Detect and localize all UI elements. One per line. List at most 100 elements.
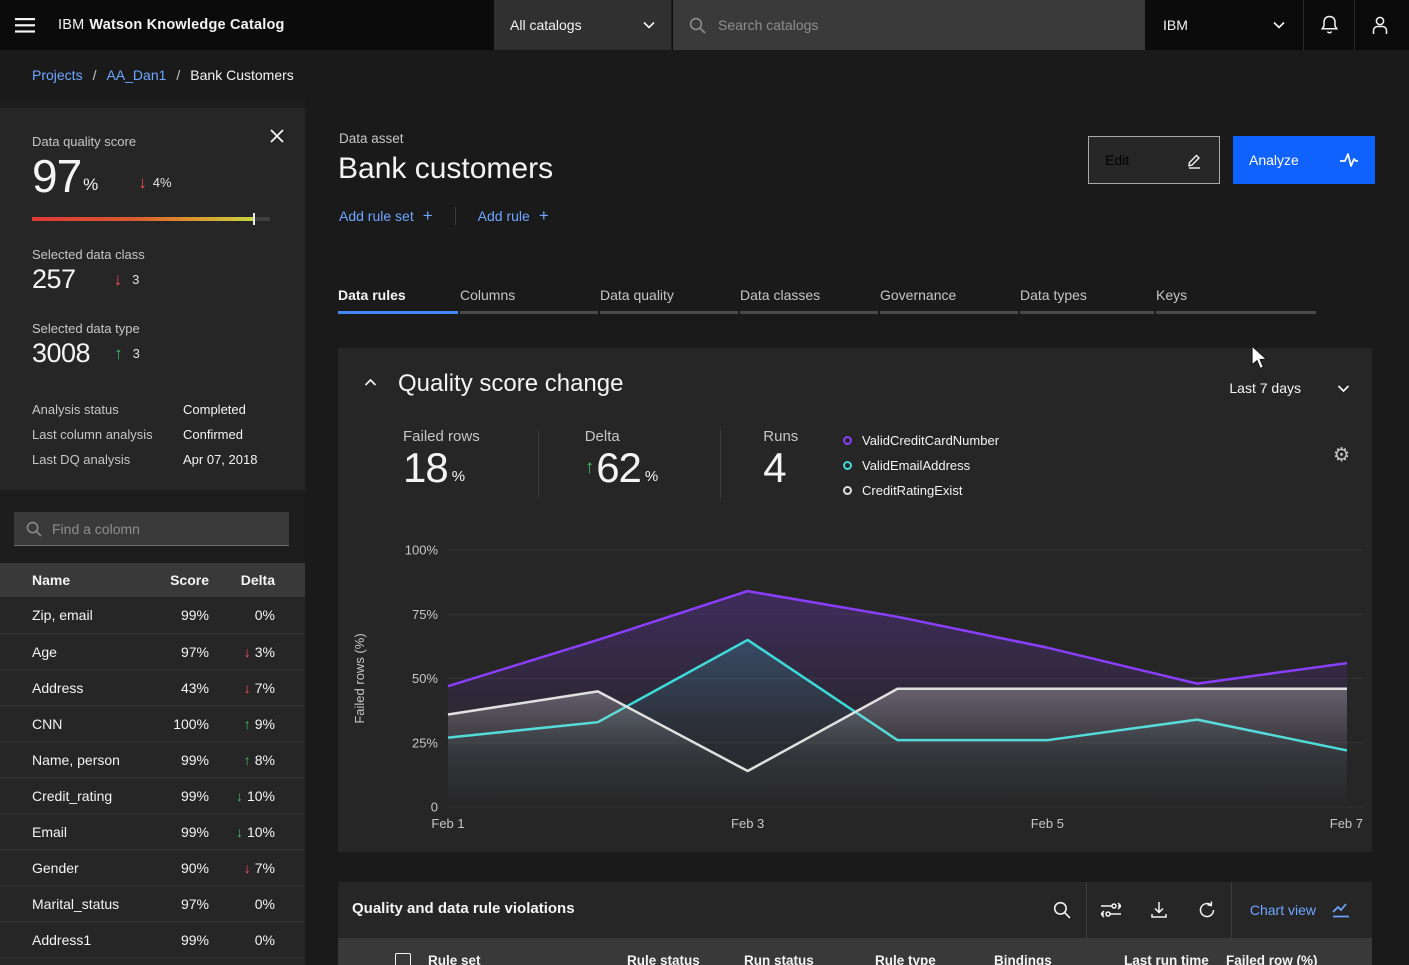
arrow-down-icon: ↓ bbox=[138, 174, 147, 191]
svg-text:Failed rows (%): Failed rows (%) bbox=[352, 633, 367, 723]
column-row[interactable]: Address43%↓7% bbox=[0, 669, 305, 705]
analyze-button[interactable]: Analyze bbox=[1233, 136, 1375, 184]
column-row[interactable]: Email99%↓10% bbox=[0, 813, 305, 849]
column-score: 99% bbox=[147, 607, 209, 623]
catalog-selector[interactable]: All catalogs bbox=[494, 0, 672, 50]
meta-value: Confirmed bbox=[183, 427, 243, 442]
columns-score-table: Name Score Delta Zip, email99%0%Age97%↓3… bbox=[0, 563, 305, 965]
data-type-value: 3008 ↑ 3 bbox=[32, 338, 273, 369]
violations-col-rule-status: Rule status bbox=[627, 953, 700, 965]
delta-kpi: Delta ↑62% bbox=[585, 428, 659, 500]
breadcrumb-projects[interactable]: Projects bbox=[32, 67, 83, 83]
arrow-down-icon: ↓ bbox=[236, 824, 243, 840]
legend-item[interactable]: ValidCreditCardNumber bbox=[843, 428, 999, 453]
chevron-up-icon[interactable] bbox=[364, 378, 377, 387]
column-row[interactable]: ↑ bbox=[0, 957, 305, 965]
tab-data-types[interactable]: Data types bbox=[1020, 283, 1154, 314]
chart-card-title: Quality score change bbox=[398, 370, 623, 398]
app-title: IBMWatson Knowledge Catalog bbox=[58, 0, 285, 50]
column-row[interactable]: Gender90%↓7% bbox=[0, 849, 305, 885]
column-row[interactable]: Zip, email99%0% bbox=[0, 597, 305, 633]
close-icon[interactable] bbox=[265, 124, 289, 148]
column-name: Address bbox=[0, 680, 147, 696]
tab-data-quality[interactable]: Data quality bbox=[600, 283, 738, 314]
select-all-checkbox[interactable] bbox=[395, 953, 411, 965]
chart-view-toggle[interactable]: Chart view bbox=[1232, 902, 1372, 918]
settings-adjust-icon[interactable] bbox=[1087, 882, 1135, 938]
svg-text:Feb 5: Feb 5 bbox=[1031, 816, 1064, 831]
chevron-down-icon bbox=[1273, 21, 1285, 29]
profile-button[interactable] bbox=[1354, 0, 1405, 50]
tab-keys[interactable]: Keys bbox=[1156, 283, 1316, 314]
restart-icon[interactable] bbox=[1183, 882, 1231, 938]
add-rule-link[interactable]: Add rule+ bbox=[478, 206, 549, 226]
tab-data-rules[interactable]: Data rules bbox=[338, 283, 458, 314]
arrow-up-icon: ↑ bbox=[244, 716, 251, 732]
tab-columns[interactable]: Columns bbox=[460, 283, 598, 314]
legend-swatch-icon bbox=[843, 461, 852, 470]
arrow-down-icon: ↓ bbox=[244, 680, 251, 696]
violations-col-rule-set: Rule set bbox=[428, 953, 481, 965]
account-selector[interactable]: IBM bbox=[1145, 0, 1303, 50]
find-column-input[interactable] bbox=[52, 521, 272, 537]
column-delta: ↑8% bbox=[209, 752, 305, 768]
column-delta: ↓7% bbox=[209, 680, 305, 696]
search-icon[interactable] bbox=[1038, 882, 1086, 938]
violations-card: Quality and data rule violations Chart v… bbox=[338, 882, 1372, 965]
quality-chart-svg: 100%75%50%25%0Feb 1Feb 3Feb 5Feb 7Failed… bbox=[338, 520, 1372, 840]
legend-swatch-icon bbox=[843, 486, 852, 495]
data-type-label: Selected data type bbox=[32, 321, 273, 336]
column-row[interactable]: Age97%↓3% bbox=[0, 633, 305, 669]
meta-label: Analysis status bbox=[32, 402, 183, 417]
search-catalogs-input[interactable] bbox=[718, 17, 1098, 33]
tab-data-classes[interactable]: Data classes bbox=[740, 283, 878, 314]
find-column-search[interactable] bbox=[14, 512, 289, 546]
page-title: Bank customers bbox=[338, 152, 553, 186]
bell-icon bbox=[1320, 15, 1339, 35]
analysis-meta-row: Last DQ analysisApr 07, 2018 bbox=[32, 447, 273, 472]
violations-col-run-status: Run status bbox=[744, 953, 814, 965]
global-search[interactable] bbox=[673, 0, 1145, 50]
arrow-up-icon: ↑ bbox=[585, 458, 595, 477]
chevron-down-icon bbox=[643, 21, 655, 29]
quality-score-value: 97 % ↓ 4% bbox=[32, 153, 273, 199]
pencil-icon bbox=[1186, 152, 1203, 169]
arrow-down-icon: ↓ bbox=[244, 644, 251, 660]
column-name: Name, person bbox=[0, 752, 147, 768]
legend-item[interactable]: CreditRatingExist bbox=[843, 478, 999, 503]
violations-col-bindings: Bindings bbox=[994, 953, 1052, 965]
analysis-meta-row: Analysis statusCompleted bbox=[32, 397, 273, 422]
svg-text:25%: 25% bbox=[412, 735, 438, 750]
legend-label: ValidEmailAddress bbox=[862, 458, 970, 473]
legend-item[interactable]: ValidEmailAddress bbox=[843, 453, 999, 478]
edit-button[interactable]: Edit bbox=[1088, 136, 1220, 184]
column-row[interactable]: Marital_status97%0% bbox=[0, 885, 305, 921]
notifications-button[interactable] bbox=[1303, 0, 1354, 50]
breadcrumb-project[interactable]: AA_Dan1 bbox=[106, 67, 166, 83]
column-row[interactable]: Name, person99%↑8% bbox=[0, 741, 305, 777]
svg-text:Feb 1: Feb 1 bbox=[431, 816, 464, 831]
column-delta: ↑9% bbox=[209, 716, 305, 732]
column-row[interactable]: CNN100%↑9% bbox=[0, 705, 305, 741]
column-row[interactable]: Credit_rating99%↓10% bbox=[0, 777, 305, 813]
download-icon[interactable] bbox=[1135, 882, 1183, 938]
violations-toolbar: Chart view bbox=[1038, 882, 1372, 938]
meta-value: Completed bbox=[183, 402, 246, 417]
gear-icon[interactable]: ⚙ bbox=[1333, 444, 1350, 467]
arrow-down-icon: ↓ bbox=[114, 271, 123, 288]
svg-text:Feb 3: Feb 3 bbox=[731, 816, 764, 831]
arrow-down-icon: ↓ bbox=[236, 788, 243, 804]
quality-sidebar: Data quality score 97 % ↓ 4% Selected da… bbox=[0, 100, 305, 965]
rule-links: Add rule set+ Add rule+ bbox=[339, 206, 549, 226]
time-range-selector[interactable]: Last 7 days bbox=[1229, 380, 1350, 396]
asset-tabs: Data rulesColumnsData qualityData classe… bbox=[338, 283, 1316, 314]
failed-rows-kpi: Failed rows 18% bbox=[403, 428, 480, 500]
column-name: Marital_status bbox=[0, 896, 147, 912]
arrow-up-icon: ↑ bbox=[244, 752, 251, 768]
column-score: 43% bbox=[147, 680, 209, 696]
add-rule-set-link[interactable]: Add rule set+ bbox=[339, 206, 433, 226]
column-row[interactable]: Address199%0% bbox=[0, 921, 305, 957]
meta-value: Apr 07, 2018 bbox=[183, 452, 257, 467]
hamburger-menu-icon[interactable] bbox=[0, 0, 50, 50]
tab-governance[interactable]: Governance bbox=[880, 283, 1018, 314]
